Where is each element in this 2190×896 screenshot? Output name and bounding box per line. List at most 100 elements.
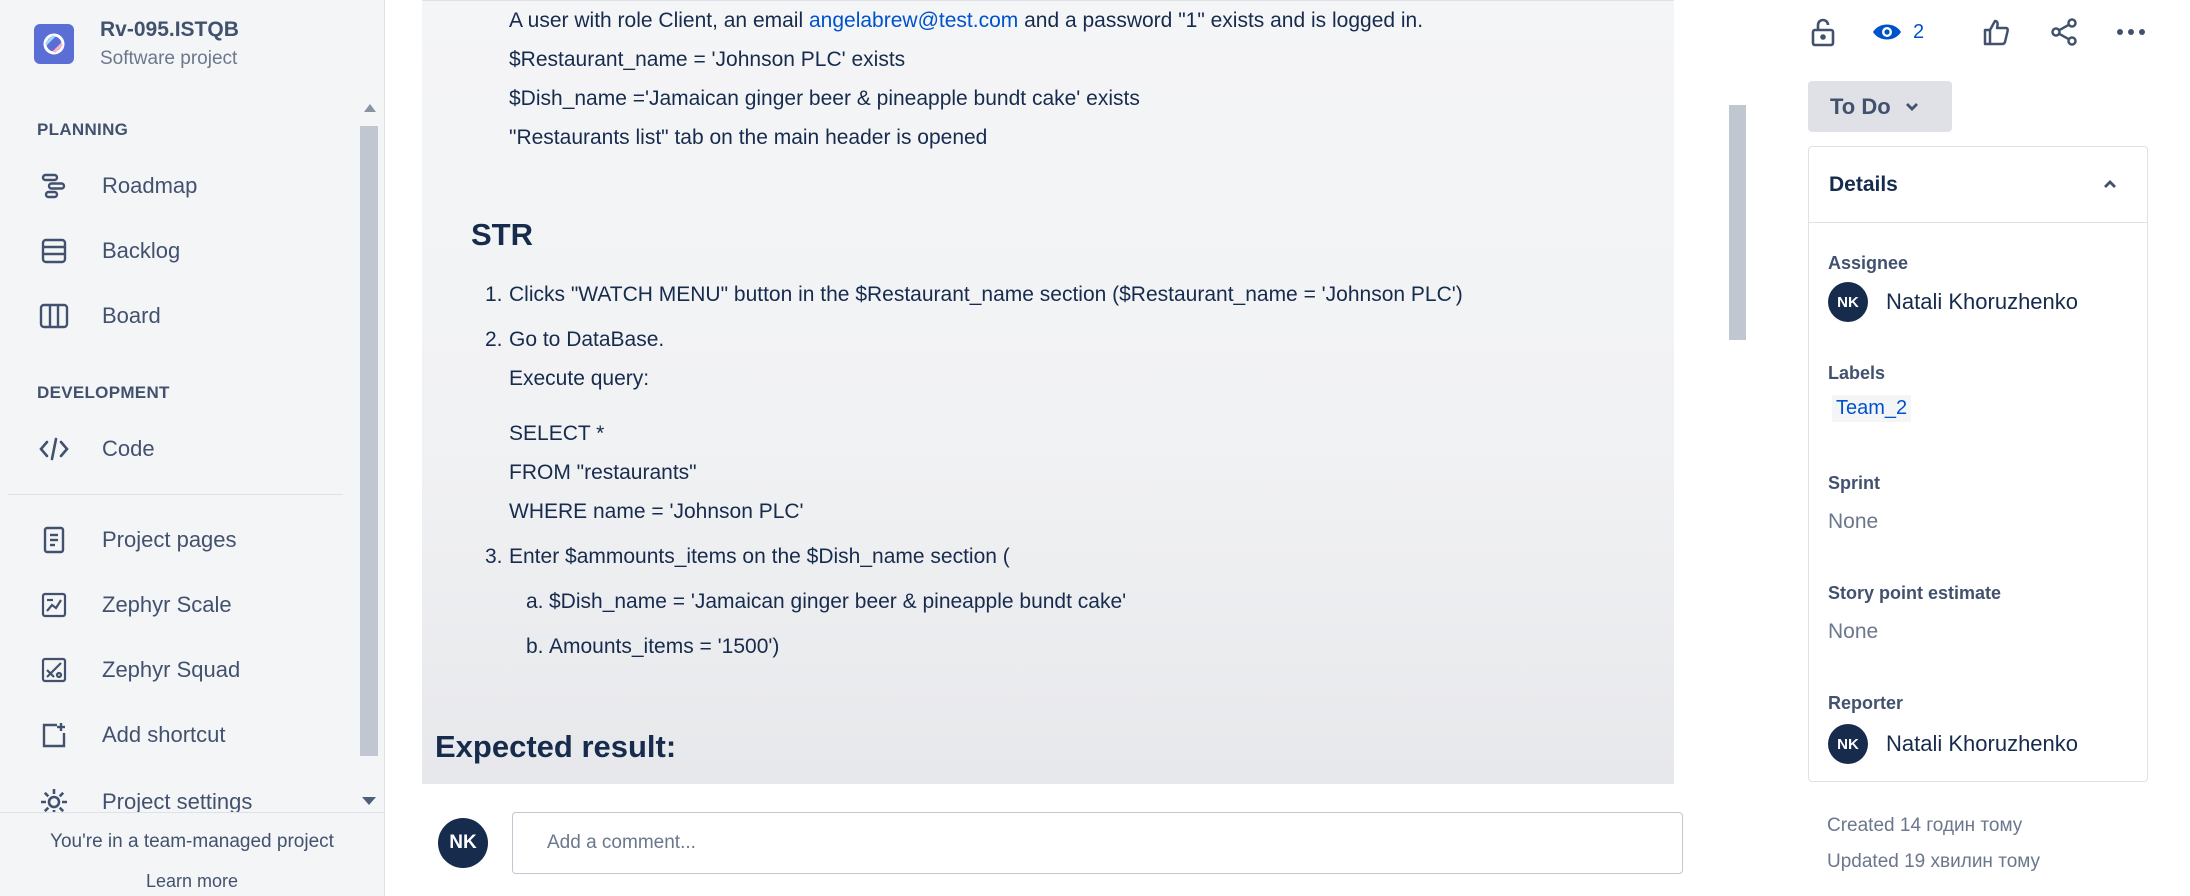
share-icon[interactable] — [2050, 14, 2078, 50]
planning-section-label: PLANNING — [37, 120, 129, 139]
eye-icon — [1873, 24, 1901, 40]
learn-more-link[interactable]: Learn more — [0, 871, 384, 892]
board-icon — [34, 296, 74, 336]
sidebar-scroll-down-icon[interactable] — [362, 797, 376, 805]
project-sidebar: Rv-095.ISTQB Software project PLANNING R… — [0, 0, 385, 896]
comment-avatar: NK — [438, 818, 488, 868]
chevron-down-icon — [1905, 102, 1919, 112]
sidebar-item-roadmap[interactable]: Roadmap — [34, 166, 197, 206]
sprint-value[interactable]: None — [1828, 510, 1878, 534]
sidebar-item-add-shortcut[interactable]: Add shortcut — [34, 715, 226, 755]
details-section: Details — [1808, 146, 2148, 782]
chevron-up-icon[interactable] — [2103, 179, 2117, 189]
story-point-value[interactable]: None — [1828, 620, 1878, 644]
comment-bar: NK Add a comment... — [386, 784, 1706, 896]
step-2: Go to DataBase. — [509, 328, 665, 351]
sql-line-1: SELECT * — [509, 422, 605, 445]
watchers-button[interactable]: 2 — [1871, 14, 1924, 50]
sql-line-3: WHERE name = 'Johnson PLC' — [509, 500, 804, 523]
status-label: To Do — [1830, 93, 1891, 119]
details-header[interactable]: Details — [1809, 147, 2147, 223]
reporter-field[interactable]: NK Natali Khoruzhenko — [1828, 724, 2078, 764]
precondition-user-text: A user with role Client, an email — [509, 9, 804, 32]
assignee-avatar: NK — [1828, 282, 1868, 322]
step-1-number: 1. — [485, 283, 503, 306]
labels-label: Labels — [1828, 363, 1886, 383]
updated-timestamp: Updated 19 хвилин тому — [1827, 851, 2041, 872]
sidebar-item-backlog[interactable]: Backlog — [34, 231, 180, 271]
precondition-user-line: A user with role Client, an email angela… — [509, 9, 1423, 33]
lock-icon[interactable] — [1810, 14, 1836, 50]
backlog-icon — [34, 231, 74, 271]
zephyr-scale-icon — [34, 585, 74, 625]
pages-icon — [34, 520, 74, 560]
project-header[interactable]: Rv-095.ISTQB Software project — [34, 18, 239, 70]
precondition-tab: "Restaurants list" tab on the main heade… — [509, 126, 988, 149]
step-3-number: 3. — [485, 545, 503, 568]
like-icon[interactable] — [1982, 14, 2010, 50]
step-3b-letter: b. — [526, 635, 544, 658]
development-section-label: DEVELOPMENT — [37, 383, 170, 402]
step-2-execute: Execute query: — [509, 367, 650, 390]
step-1: Clicks "WATCH MENU" button in the $Resta… — [509, 283, 1463, 306]
sidebar-item-label: Add shortcut — [102, 722, 226, 747]
assignee-field[interactable]: NK Natali Khoruzhenko — [1828, 282, 2078, 322]
project-type: Software project — [100, 48, 238, 69]
step-3a: $Dish_name = 'Jamaican ginger beer & pin… — [549, 590, 1127, 613]
add-comment-input[interactable]: Add a comment... — [512, 812, 1683, 874]
sidebar-item-board[interactable]: Board — [34, 296, 161, 336]
sidebar-item-label: Project pages — [102, 527, 237, 552]
step-3a-letter: a. — [526, 590, 544, 613]
step-3b: Amounts_items = '1500') — [549, 635, 780, 658]
sidebar-item-project-pages[interactable]: Project pages — [34, 520, 237, 560]
precondition-restaurant: $Restaurant_name = 'Johnson PLC' exists — [509, 48, 906, 71]
label-team-2[interactable]: Team_2 — [1832, 395, 1912, 422]
assignee-name: Natali Khoruzhenko — [1886, 289, 2079, 314]
sprint-label: Sprint — [1828, 473, 1880, 493]
add-shortcut-icon — [34, 715, 74, 755]
issue-main-content: A user with role Client, an email angela… — [386, 0, 1746, 896]
sidebar-item-zephyr-squad[interactable]: Zephyr Squad — [34, 650, 240, 690]
sidebar-scroll-up-icon[interactable] — [364, 104, 376, 112]
sidebar-divider — [8, 494, 343, 495]
project-avatar-icon — [34, 24, 74, 64]
zephyr-squad-icon — [34, 650, 74, 690]
precondition-tail-text: and a password "1" exists and is logged … — [1024, 9, 1424, 32]
created-timestamp: Created 14 годин тому — [1827, 815, 2023, 836]
sidebar-item-label: Zephyr Squad — [102, 657, 241, 682]
step-2-number: 2. — [485, 328, 503, 351]
sidebar-item-label: Roadmap — [102, 173, 198, 198]
more-actions-icon[interactable] — [2116, 14, 2146, 50]
status-dropdown[interactable]: To Do — [1808, 81, 1952, 132]
project-name: Rv-095.ISTQB — [100, 18, 239, 41]
details-title: Details — [1829, 172, 1898, 196]
issue-details-panel: 2 To Do Details Assignee NK Natali Khoru… — [1746, 0, 2190, 896]
code-icon — [34, 429, 74, 469]
reporter-name: Natali Khoruzhenko — [1886, 731, 2079, 756]
roadmap-icon — [34, 166, 74, 206]
sidebar-item-label: Board — [102, 303, 161, 328]
description-panel: A user with role Client, an email angela… — [422, 0, 1674, 784]
issue-actions-bar: 2 — [1746, 14, 2190, 50]
team-managed-text: You're in a team-managed project — [50, 831, 334, 852]
precondition-dish: $Dish_name ='Jamaican ginger beer & pine… — [509, 87, 1140, 110]
right-panel-scrollbar[interactable] — [2176, 0, 2190, 896]
reporter-avatar: NK — [1828, 724, 1868, 764]
step-3: Enter $ammounts_items on the $Dish_name … — [509, 545, 1010, 568]
assignee-label: Assignee — [1828, 253, 1909, 273]
sidebar-item-label: Zephyr Scale — [102, 592, 232, 617]
story-point-label: Story point estimate — [1828, 583, 2002, 603]
str-heading: STR — [471, 217, 533, 252]
sidebar-item-label: Code — [102, 436, 155, 461]
sidebar-item-label: Backlog — [102, 238, 181, 263]
sidebar-item-zephyr-scale[interactable]: Zephyr Scale — [34, 585, 232, 625]
sidebar-item-code[interactable]: Code — [34, 429, 155, 469]
sql-line-2: FROM "restaurants" — [509, 461, 697, 484]
watchers-count: 2 — [1913, 20, 1925, 43]
team-managed-footer: You're in a team-managed project Learn m… — [0, 812, 384, 896]
email-link[interactable]: angelabrew@test.com — [809, 9, 1018, 32]
reporter-label: Reporter — [1828, 693, 1904, 713]
sidebar-scrollbar-thumb[interactable] — [360, 126, 378, 756]
expected-result-heading: Expected result: — [435, 729, 677, 764]
main-scrollbar-thumb[interactable] — [1729, 105, 1746, 340]
